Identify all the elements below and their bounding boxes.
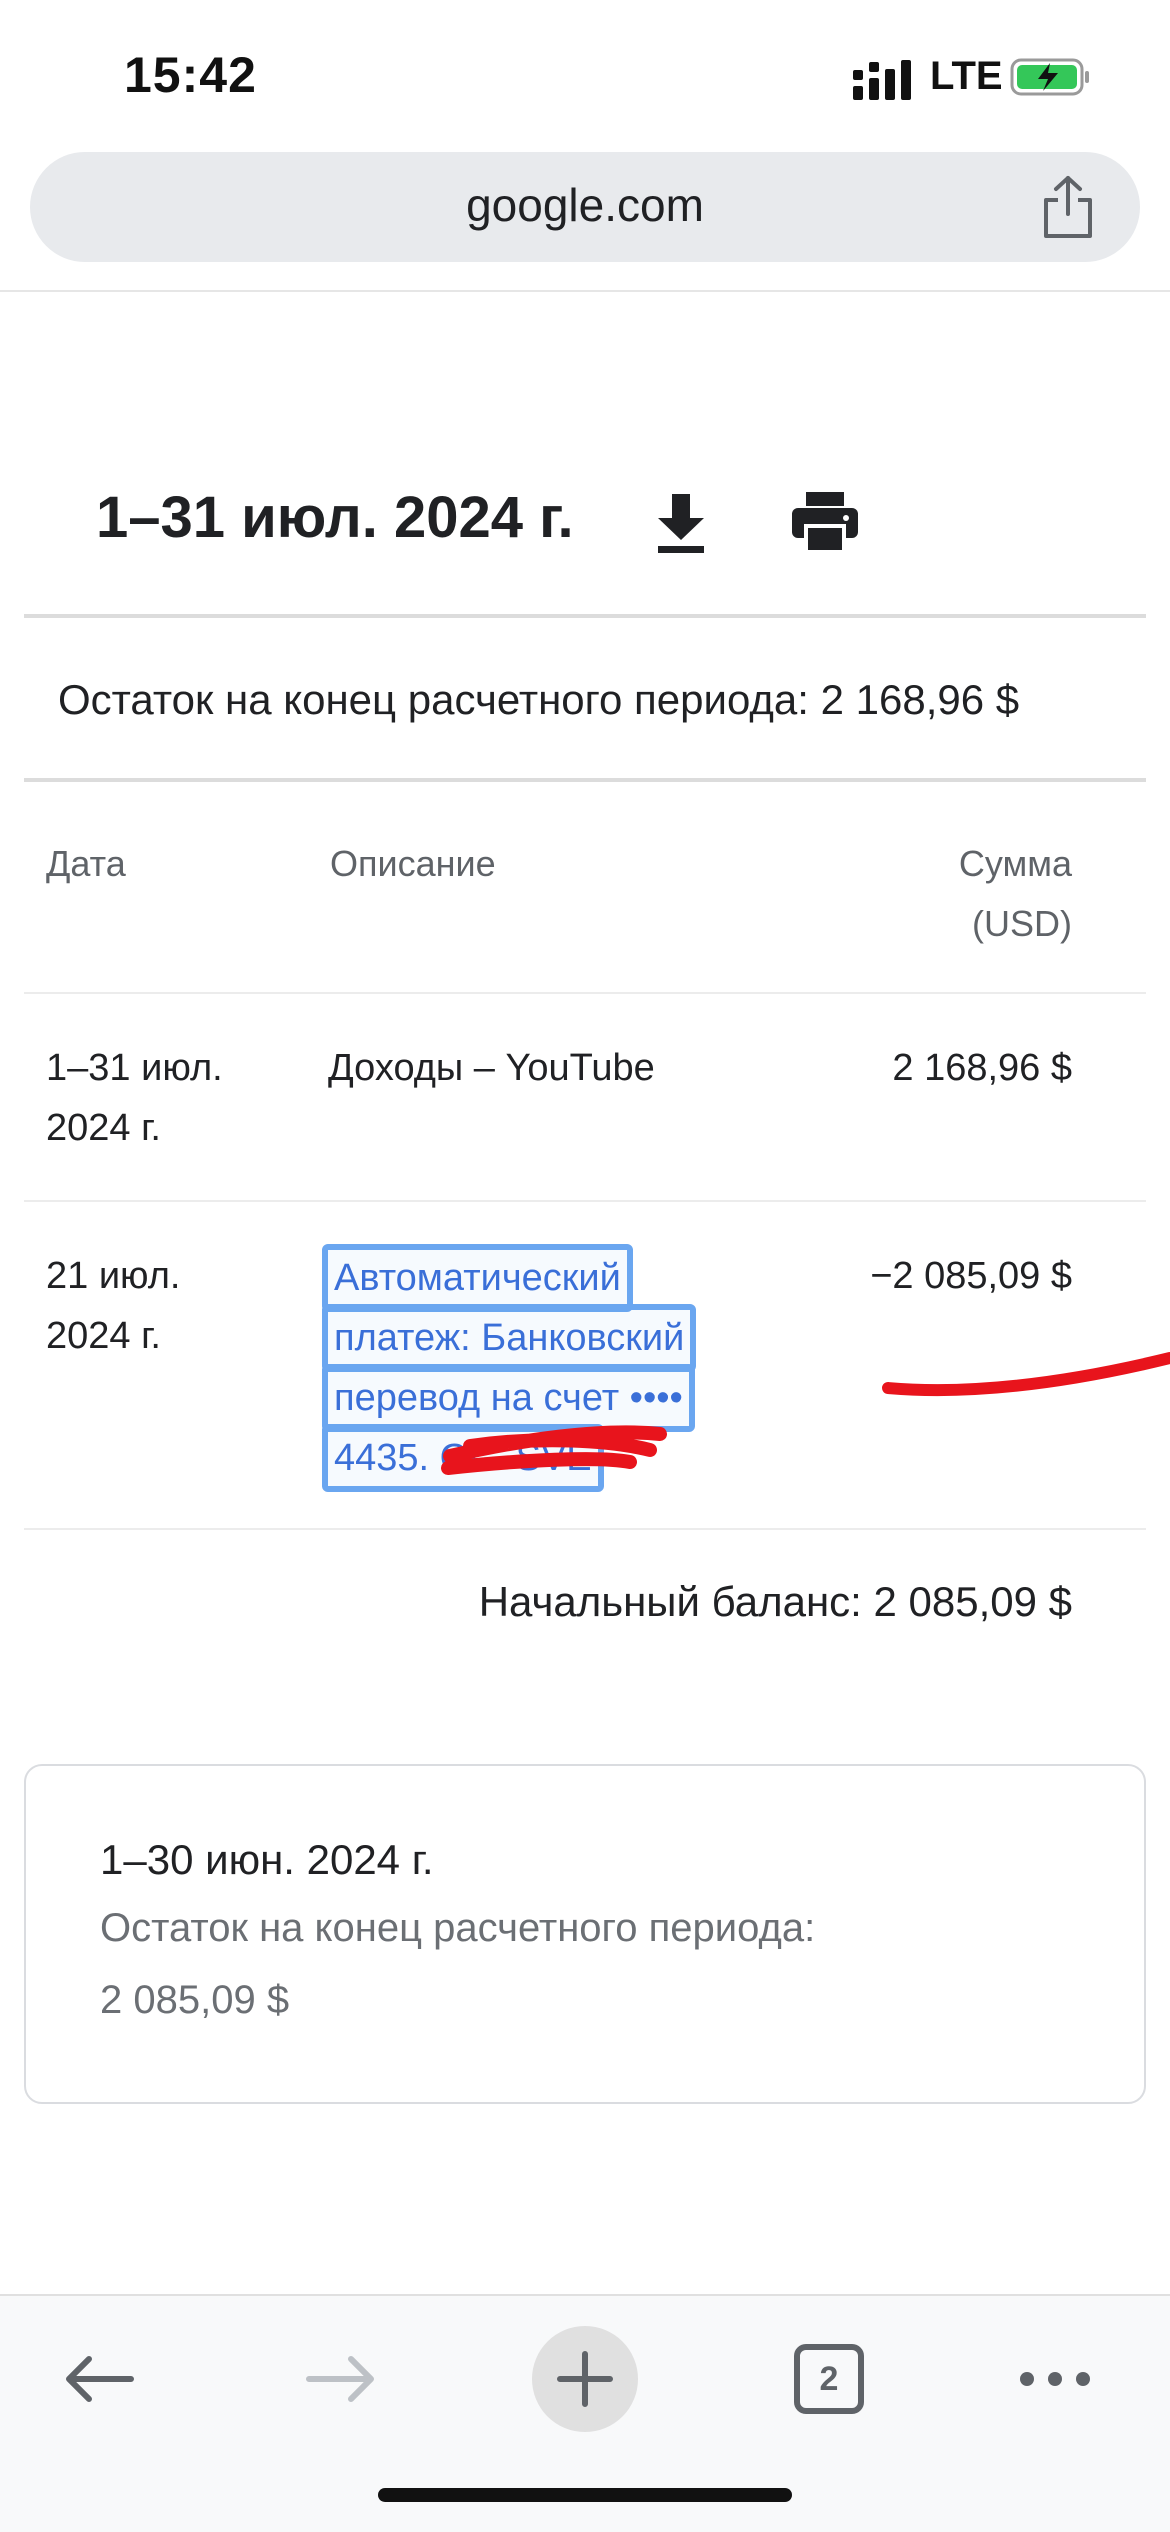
address-bar[interactable]: google.com [30, 152, 1140, 262]
forward-button[interactable] [286, 2324, 396, 2434]
tab-count-icon: 2 [794, 2344, 864, 2414]
arrow-right-icon [306, 2356, 374, 2402]
share-icon[interactable] [1036, 174, 1100, 240]
column-header-description: Описание [330, 843, 496, 884]
description-line[interactable]: перевод на счет •••• [322, 1364, 695, 1432]
plus-icon [532, 2326, 638, 2432]
divider [0, 290, 1170, 292]
description-line[interactable]: Автоматический [322, 1244, 633, 1312]
home-indicator [378, 2488, 792, 2502]
transaction-description-link[interactable]: Автоматический платеж: Банковский перево… [322, 1244, 742, 1492]
clock: 15:42 [124, 47, 257, 103]
column-header-date: Дата [46, 843, 126, 884]
table-row-date: 1–31 июл. 2024 г. [46, 1047, 223, 1149]
divider [24, 1528, 1146, 1530]
network-type: LTE [930, 54, 1003, 98]
divider [24, 992, 1146, 994]
opening-balance: Начальный баланс: 2 085,09 $ [478, 1578, 1072, 1625]
table-row-description: Доходы – YouTube [328, 1047, 655, 1089]
previous-period-card[interactable]: 1–30 июн. 2024 г. Остаток на конец расче… [24, 1764, 1146, 2104]
card-label: Остаток на конец расчетного периода: [100, 1906, 816, 1950]
battery-charging-icon [1010, 58, 1089, 96]
new-tab-button[interactable] [530, 2324, 640, 2434]
menu-button[interactable] [1000, 2324, 1110, 2434]
table-row-date: 21 июл. 2024 г. [46, 1255, 181, 1357]
column-header-amount: Сумма (USD) [958, 843, 1072, 944]
more-dots-icon [1020, 2372, 1090, 2386]
card-period: 1–30 июн. 2024 г. [100, 1836, 434, 1883]
divider [24, 614, 1146, 618]
back-button[interactable] [44, 2324, 154, 2434]
table-row-amount: −2 085,09 $ [870, 1255, 1072, 1297]
tab-switcher-button[interactable]: 2 [774, 2324, 884, 2434]
description-line[interactable]: платеж: Банковский [322, 1304, 697, 1372]
ending-balance: Остаток на конец расчетного периода: 2 1… [58, 676, 1020, 723]
description-line[interactable]: 4435. C··· SVE [322, 1424, 604, 1492]
print-icon[interactable] [790, 490, 860, 554]
url-text[interactable]: google.com [30, 178, 1140, 232]
divider [24, 778, 1146, 782]
divider [24, 1200, 1146, 1202]
download-icon[interactable] [648, 490, 714, 556]
table-row-amount: 2 168,96 $ [892, 1047, 1072, 1089]
status-bar: 15:42 LTE [0, 0, 1170, 150]
arrow-left-icon [66, 2356, 134, 2402]
cellular-signal-icon [853, 60, 911, 100]
period-title: 1–31 июл. 2024 г. [96, 485, 574, 550]
card-balance: 2 085,09 $ [100, 1978, 290, 2022]
